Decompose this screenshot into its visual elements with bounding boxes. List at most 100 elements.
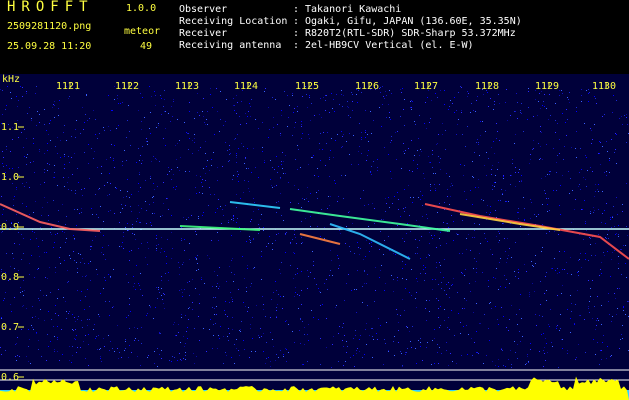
noise-dot bbox=[250, 324, 251, 325]
noise-dot bbox=[428, 156, 429, 157]
noise-dot bbox=[407, 327, 408, 328]
noise-dot bbox=[542, 247, 543, 248]
noise-dot bbox=[109, 315, 110, 316]
noise-dot bbox=[422, 216, 423, 217]
noise-dot bbox=[373, 161, 374, 162]
noise-dot bbox=[14, 268, 15, 269]
noise-dot bbox=[186, 132, 187, 133]
noise-dot bbox=[420, 346, 421, 347]
noise-dot bbox=[458, 234, 459, 235]
noise-dot bbox=[192, 279, 193, 280]
noise-dot bbox=[57, 185, 58, 186]
noise-dot bbox=[169, 171, 170, 172]
noise-dot bbox=[544, 293, 545, 294]
noise-dot bbox=[368, 204, 369, 205]
noise-dot bbox=[172, 356, 173, 357]
noise-dot bbox=[62, 204, 63, 205]
noise-dot bbox=[77, 268, 78, 269]
noise-dot bbox=[562, 348, 563, 349]
noise-dot bbox=[404, 211, 405, 212]
noise-dot bbox=[384, 147, 385, 148]
noise-dot bbox=[203, 98, 204, 99]
noise-dot bbox=[349, 246, 350, 247]
noise-dot bbox=[607, 151, 608, 152]
location-colon: : bbox=[293, 16, 300, 27]
noise-dot bbox=[34, 277, 35, 278]
noise-dot bbox=[559, 272, 560, 273]
noise-dot bbox=[611, 355, 612, 356]
noise-dot bbox=[607, 346, 608, 347]
noise-dot bbox=[581, 95, 582, 96]
noise-dot bbox=[359, 339, 360, 340]
noise-dot bbox=[361, 132, 362, 133]
noise-dot bbox=[228, 220, 229, 221]
noise-dot bbox=[140, 93, 141, 94]
noise-dot bbox=[155, 158, 156, 159]
noise-dot bbox=[213, 335, 214, 336]
noise-dot bbox=[314, 278, 315, 279]
noise-dot bbox=[318, 288, 319, 289]
noise-dot bbox=[350, 251, 351, 252]
noise-dot bbox=[540, 158, 541, 159]
noise-dot bbox=[346, 226, 347, 227]
noise-dot bbox=[110, 183, 111, 184]
noise-dot bbox=[151, 161, 152, 162]
noise-dot bbox=[142, 160, 143, 161]
noise-dot bbox=[499, 103, 500, 104]
noise-dot bbox=[313, 155, 314, 156]
noise-dot bbox=[132, 224, 133, 225]
noise-dot bbox=[547, 174, 548, 175]
noise-dot bbox=[122, 102, 123, 103]
noise-dot bbox=[434, 329, 435, 330]
noise-dot bbox=[493, 277, 494, 278]
noise-dot bbox=[417, 247, 418, 248]
noise-dot bbox=[88, 365, 89, 366]
noise-dot bbox=[199, 303, 200, 304]
noise-dot bbox=[498, 242, 499, 243]
noise-dot bbox=[608, 230, 609, 231]
noise-dot bbox=[236, 153, 237, 154]
noise-dot bbox=[280, 193, 281, 194]
noise-dot bbox=[88, 163, 89, 164]
noise-dot bbox=[246, 123, 247, 124]
noise-dot bbox=[436, 267, 437, 268]
noise-dot bbox=[2, 163, 3, 164]
noise-dot bbox=[39, 149, 40, 150]
noise-dot bbox=[276, 185, 277, 186]
noise-dot bbox=[597, 296, 598, 297]
noise-dot bbox=[234, 363, 235, 364]
noise-dot bbox=[621, 249, 622, 250]
noise-dot bbox=[217, 283, 218, 284]
noise-dot bbox=[51, 234, 52, 235]
noise-dot bbox=[389, 112, 390, 113]
noise-dot bbox=[140, 222, 141, 223]
noise-dot bbox=[110, 210, 111, 211]
noise-dot bbox=[541, 251, 542, 252]
noise-dot bbox=[518, 218, 519, 219]
noise-dot bbox=[104, 346, 105, 347]
noise-dot bbox=[3, 157, 4, 158]
noise-dot bbox=[15, 356, 16, 357]
noise-dot bbox=[61, 329, 62, 330]
noise-dot bbox=[206, 166, 207, 167]
noise-dot bbox=[518, 278, 519, 279]
noise-dot bbox=[495, 182, 496, 183]
noise-dot bbox=[33, 143, 34, 144]
noise-dot bbox=[566, 262, 567, 263]
noise-dot bbox=[598, 234, 599, 235]
noise-dot bbox=[614, 250, 615, 251]
noise-dot bbox=[364, 283, 365, 284]
noise-dot bbox=[460, 164, 461, 165]
noise-dot bbox=[164, 294, 165, 295]
noise-dot bbox=[273, 346, 274, 347]
noise-dot bbox=[248, 188, 249, 189]
noise-dot bbox=[259, 227, 260, 228]
noise-dot bbox=[189, 295, 190, 296]
noise-dot bbox=[341, 131, 342, 132]
noise-dot bbox=[172, 116, 173, 117]
noise-dot bbox=[599, 364, 600, 365]
noise-dot bbox=[500, 200, 501, 201]
noise-dot bbox=[361, 92, 362, 93]
noise-dot bbox=[333, 99, 334, 100]
noise-dot bbox=[402, 278, 403, 279]
